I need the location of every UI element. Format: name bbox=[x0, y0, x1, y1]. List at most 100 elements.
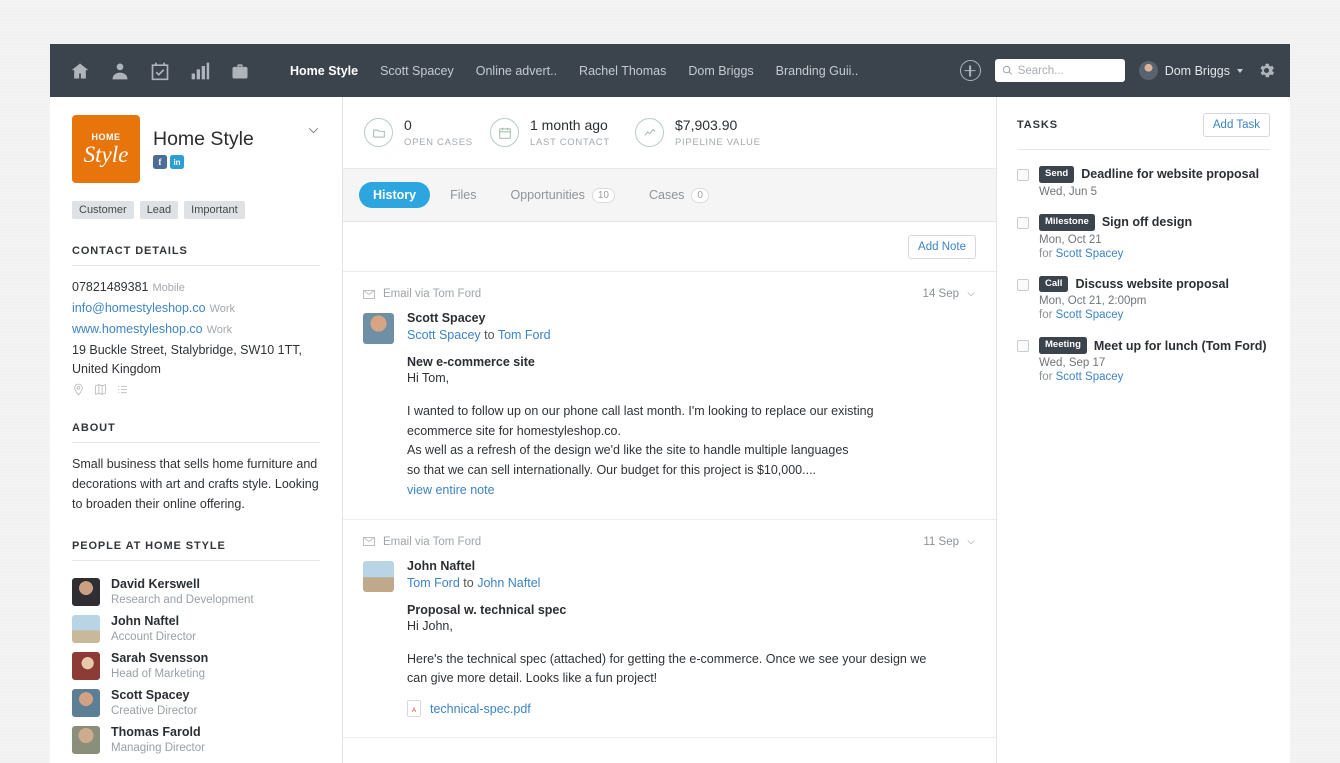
attachment[interactable]: A technical-spec.pdf bbox=[407, 700, 926, 717]
route-from[interactable]: Tom Ford bbox=[407, 576, 460, 590]
task-assignee[interactable]: Scott Spacey bbox=[1056, 309, 1124, 321]
user-menu[interactable]: Dom Briggs bbox=[1139, 61, 1243, 80]
feed-item-date[interactable]: 14 Sep bbox=[923, 288, 976, 300]
person-role: Head of Marketing bbox=[111, 667, 208, 681]
task-checkbox[interactable] bbox=[1017, 279, 1029, 291]
nav-right-group: Dom Briggs bbox=[960, 59, 1276, 82]
nav-link-rachel-thomas[interactable]: Rachel Thomas bbox=[579, 64, 666, 78]
logo-line-1: HOME bbox=[92, 133, 121, 142]
contact-phone-row: 07821489381Mobile bbox=[72, 277, 320, 298]
list-item[interactable]: Thomas Farold Managing Director bbox=[72, 721, 320, 758]
tag-lead[interactable]: Lead bbox=[140, 201, 178, 219]
chevron-down-icon bbox=[1237, 69, 1243, 73]
person-name: John Naftel bbox=[111, 614, 196, 630]
task-name[interactable]: Discuss website proposal bbox=[1075, 277, 1229, 291]
contact-website-row: www.homestyleshop.coWork bbox=[72, 319, 320, 340]
tab-label: Cases bbox=[649, 188, 684, 202]
about-heading: ABOUT bbox=[72, 422, 320, 443]
search-input[interactable] bbox=[1018, 65, 1118, 77]
address-line-2: United Kingdom bbox=[72, 360, 320, 378]
route-from[interactable]: Scott Spacey bbox=[407, 328, 481, 342]
task-checkbox[interactable] bbox=[1017, 169, 1029, 181]
contact-email[interactable]: info@homestyleshop.co bbox=[72, 301, 206, 315]
task-name[interactable]: Meet up for lunch (Tom Ford) bbox=[1094, 339, 1267, 353]
feed-item-body: Scott Spacey Scott Spacey to Tom Ford Ne… bbox=[363, 311, 976, 499]
message-line: so that we can sell internationally. Our… bbox=[407, 461, 874, 481]
linkedin-icon[interactable]: in bbox=[170, 155, 184, 169]
search-icon bbox=[1002, 65, 1013, 76]
avatar bbox=[72, 615, 100, 643]
task-name[interactable]: Deadline for website proposal bbox=[1081, 167, 1259, 181]
gear-icon[interactable] bbox=[1257, 61, 1276, 80]
task-title-row: Meeting Meet up for lunch (Tom Ford) bbox=[1039, 337, 1267, 354]
chevron-down-icon bbox=[307, 124, 320, 137]
company-collapse-toggle[interactable] bbox=[307, 124, 320, 142]
person-name: Thomas Farold bbox=[111, 725, 205, 741]
person-role: Account Director bbox=[111, 630, 196, 644]
tag-important[interactable]: Important bbox=[184, 201, 244, 219]
tab-files[interactable]: Files bbox=[436, 182, 490, 208]
task-checkbox[interactable] bbox=[1017, 217, 1029, 229]
message-subject: New e-commerce site bbox=[407, 355, 874, 369]
map-icon[interactable] bbox=[94, 383, 107, 396]
home-icon[interactable] bbox=[70, 61, 90, 81]
contact-website[interactable]: www.homestyleshop.co bbox=[72, 322, 203, 336]
spacer bbox=[407, 637, 926, 650]
add-button[interactable] bbox=[960, 60, 981, 81]
task-name[interactable]: Sign off design bbox=[1102, 215, 1192, 229]
task-item: Milestone Sign off design Mon, Oct 21 fo… bbox=[1017, 214, 1270, 260]
map-pin-icon[interactable] bbox=[72, 383, 85, 396]
list-item[interactable]: Scott Spacey Creative Director bbox=[72, 684, 320, 721]
date-label: 11 Sep bbox=[923, 536, 959, 548]
task-assignee[interactable]: Scott Spacey bbox=[1056, 371, 1124, 383]
list-item[interactable]: David Kerswell Research and Development bbox=[72, 573, 320, 610]
tag-customer[interactable]: Customer bbox=[72, 201, 134, 219]
calendar-check-icon[interactable] bbox=[150, 61, 170, 81]
people-list: David Kerswell Research and Development … bbox=[72, 573, 320, 758]
tab-cases[interactable]: Cases 0 bbox=[635, 182, 723, 209]
search-box[interactable] bbox=[995, 59, 1125, 82]
feed-item: Email via Tom Ford 14 Sep Scott Spacey bbox=[343, 272, 996, 520]
add-note-button[interactable]: Add Note bbox=[908, 235, 976, 259]
source-label: Email via Tom Ford bbox=[383, 288, 481, 300]
date-label: 14 Sep bbox=[923, 288, 959, 300]
attachment-name: technical-spec.pdf bbox=[430, 702, 531, 716]
task-title-row: Milestone Sign off design bbox=[1039, 214, 1192, 231]
task-assignee[interactable]: Scott Spacey bbox=[1056, 248, 1124, 260]
nav-link-branding-guide[interactable]: Branding Guii.. bbox=[776, 64, 859, 78]
chevron-down-icon bbox=[966, 289, 976, 299]
main-panel: 0 OPEN CASES 1 month ago LAST CONTACT bbox=[343, 97, 997, 763]
nav-link-home-style[interactable]: Home Style bbox=[290, 64, 358, 78]
task-assignee-row: for Scott Spacey bbox=[1039, 371, 1267, 383]
task-date: Mon, Oct 21 bbox=[1039, 234, 1192, 246]
facebook-icon[interactable]: f bbox=[153, 155, 167, 169]
list-icon[interactable] bbox=[116, 383, 129, 396]
task-item: Call Discuss website proposal Mon, Oct 2… bbox=[1017, 276, 1270, 322]
tasks-header: TASKS Add Task bbox=[1017, 113, 1270, 150]
view-entire-note-link[interactable]: view entire note bbox=[407, 483, 495, 497]
add-task-button[interactable]: Add Task bbox=[1203, 113, 1270, 137]
route-to[interactable]: Tom Ford bbox=[498, 328, 551, 342]
tab-history[interactable]: History bbox=[359, 182, 430, 208]
tab-opportunities[interactable]: Opportunities 10 bbox=[496, 182, 628, 209]
nav-link-online-advert[interactable]: Online advert.. bbox=[476, 64, 557, 78]
nav-link-dom-briggs[interactable]: Dom Briggs bbox=[688, 64, 753, 78]
feed-item-date[interactable]: 11 Sep bbox=[923, 536, 976, 548]
tab-count: 10 bbox=[592, 188, 615, 203]
nav-links: Home Style Scott Spacey Online advert.. … bbox=[290, 64, 858, 78]
contacts-icon[interactable] bbox=[110, 61, 130, 81]
contact-address: 19 Buckle Street, Stalybridge, SW10 1TT,… bbox=[72, 341, 320, 377]
task-checkbox[interactable] bbox=[1017, 340, 1029, 352]
activity-feed: Email via Tom Ford 14 Sep Scott Spacey bbox=[343, 272, 996, 763]
list-item[interactable]: Sarah Svensson Head of Marketing bbox=[72, 647, 320, 684]
message-line: ecommerce site for homestyleshop.co. bbox=[407, 422, 874, 442]
message-line: I wanted to follow up on our phone call … bbox=[407, 402, 874, 422]
route-to[interactable]: John Naftel bbox=[477, 576, 540, 590]
stat-value: 0 bbox=[404, 117, 473, 135]
message-sender: John Naftel bbox=[407, 559, 926, 573]
briefcase-icon[interactable] bbox=[230, 61, 250, 81]
list-item[interactable]: John Naftel Account Director bbox=[72, 610, 320, 647]
nav-link-scott-spacey[interactable]: Scott Spacey bbox=[380, 64, 454, 78]
reports-icon[interactable] bbox=[190, 61, 210, 81]
status-badge: Call bbox=[1039, 276, 1068, 293]
